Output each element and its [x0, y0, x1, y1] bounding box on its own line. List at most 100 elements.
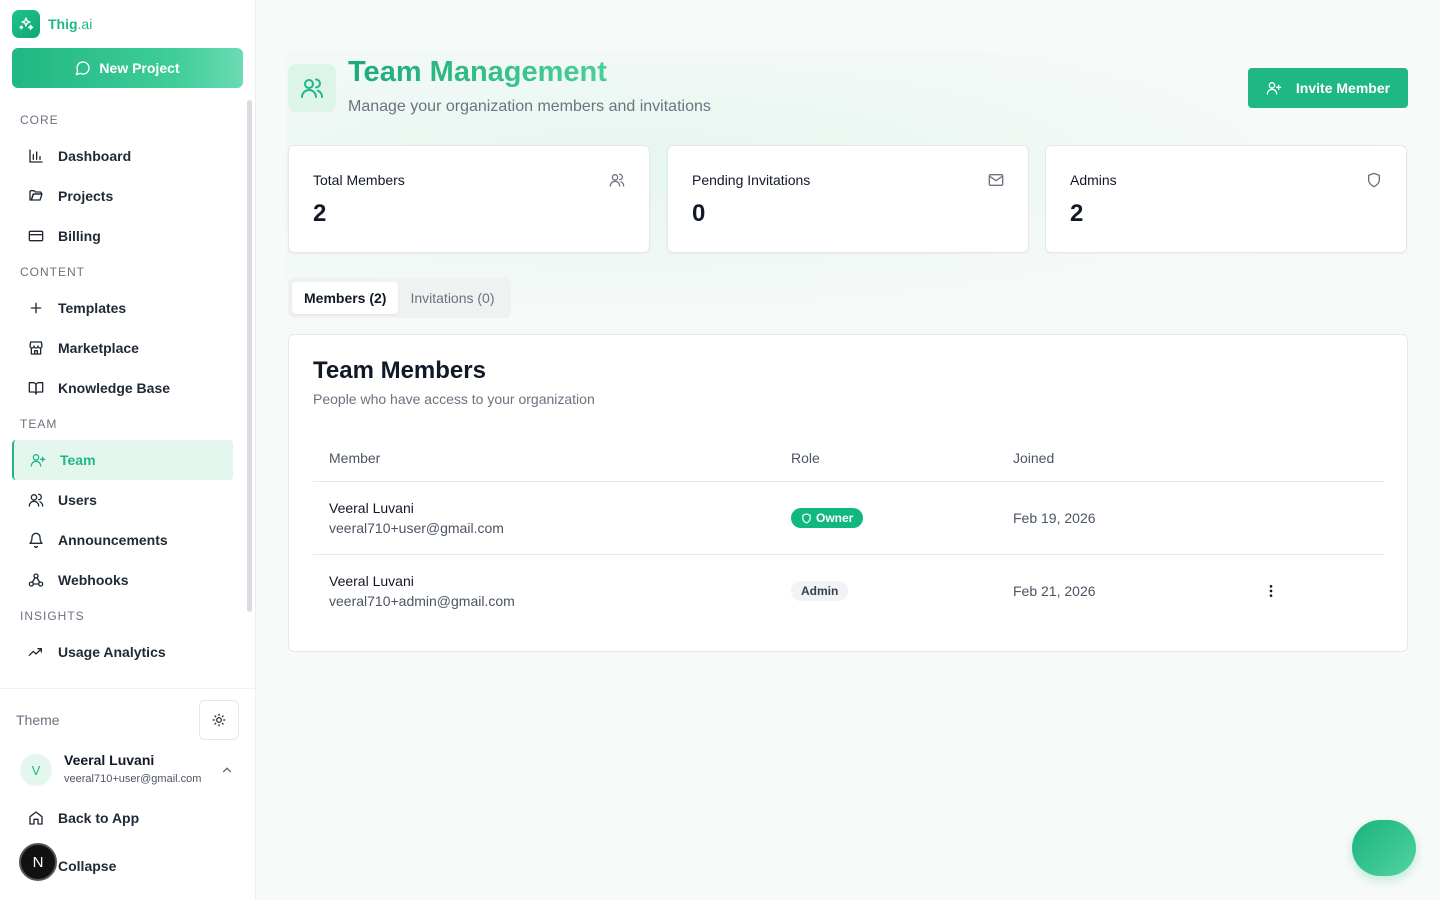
table-header: Member Role Joined: [313, 435, 1384, 482]
sidebar-item-webhooks[interactable]: Webhooks: [0, 560, 245, 600]
stat-label: Total Members: [313, 172, 405, 188]
tab-invitations[interactable]: Invitations (0): [398, 282, 506, 314]
team-header-icon: [288, 64, 336, 112]
collapse-label: Collapse: [58, 858, 117, 874]
column-header-role: Role: [791, 450, 820, 466]
sidebar-item-label: Users: [58, 492, 97, 508]
member-name: Veeral Luvani: [329, 500, 414, 516]
user-menu[interactable]: V Veeral Luvani veeral710+user@gmail.com: [20, 750, 240, 790]
column-header-joined: Joined: [1013, 450, 1055, 466]
sidebar-item-knowledge-base[interactable]: Knowledge Base: [0, 368, 245, 408]
sidebar-item-projects[interactable]: Projects: [0, 176, 245, 216]
sidebar-scrollbar[interactable]: [247, 100, 252, 612]
theme-toggle-button[interactable]: [199, 700, 239, 740]
user-email: veeral710+user@gmail.com: [64, 773, 202, 785]
brand-name-main: Thig: [48, 16, 78, 32]
sidebar-item-marketplace[interactable]: Marketplace: [0, 328, 245, 368]
stat-card-admins: Admins 2: [1045, 145, 1407, 253]
webhook-icon: [28, 573, 44, 587]
sidebar-item-label: Dashboard: [58, 148, 132, 164]
new-project-label: New Project: [99, 60, 180, 76]
sidebar-item-label: Templates: [58, 300, 127, 316]
stat-value: 2: [313, 200, 327, 227]
sidebar: Thig.ai New Project CORE Dashboard Proje…: [0, 0, 256, 900]
section-insights: INSIGHTS: [20, 609, 85, 623]
credit-card-icon: [28, 230, 44, 242]
sidebar-item-usage-analytics[interactable]: Usage Analytics: [0, 632, 245, 672]
back-to-app-label: Back to App: [58, 810, 140, 826]
page-title: Team Management: [348, 56, 607, 88]
stat-card-total-members: Total Members 2: [288, 145, 650, 253]
sidebar-item-templates[interactable]: Templates: [0, 288, 245, 328]
more-vertical-icon: [1269, 585, 1273, 597]
sidebar-item-label: Usage Analytics: [58, 644, 166, 660]
panel-subtitle: People who have access to your organizat…: [313, 391, 595, 407]
folder-open-icon: [29, 190, 43, 201]
plus-icon: [30, 302, 42, 314]
user-name: Veeral Luvani: [64, 752, 155, 768]
section-core: CORE: [20, 113, 59, 127]
stat-label: Admins: [1070, 172, 1117, 188]
sidebar-item-label: Webhooks: [58, 572, 129, 588]
joined-date: Feb 21, 2026: [1013, 583, 1096, 599]
home-icon: [29, 811, 43, 825]
sidebar-item-label: Marketplace: [58, 340, 139, 356]
sidebar-item-users[interactable]: Users: [0, 480, 245, 520]
back-to-app-link[interactable]: Back to App: [28, 810, 139, 826]
sidebar-item-billing[interactable]: Billing: [0, 216, 245, 256]
sidebar-item-label: Projects: [58, 188, 114, 204]
sidebar-item-label: Team: [60, 452, 96, 468]
chat-launcher-button[interactable]: [1352, 820, 1416, 876]
stat-label: Pending Invitations: [692, 172, 811, 188]
trending-up-icon: [28, 648, 42, 656]
shield-icon: [1368, 172, 1380, 188]
users-icon: [28, 493, 44, 507]
table-row: Veeral Luvani veeral710+admin@gmail.com …: [313, 555, 1384, 628]
role-label: Admin: [801, 584, 839, 598]
users-icon: [301, 78, 323, 98]
row-actions-button[interactable]: [1259, 579, 1283, 603]
sidebar-item-label: Announcements: [58, 532, 168, 548]
member-tabs: Members (2) Invitations (0): [288, 278, 511, 318]
book-open-icon: [28, 382, 44, 395]
new-project-button[interactable]: New Project: [12, 48, 243, 88]
theme-label: Theme: [16, 712, 60, 728]
member-email: veeral710+user@gmail.com: [329, 520, 504, 536]
panel-title: Team Members: [313, 357, 486, 384]
stat-value: 0: [692, 200, 706, 227]
stat-value: 2: [1070, 200, 1084, 227]
users-icon: [609, 173, 625, 187]
sidebar-item-label: Billing: [58, 228, 101, 244]
brand[interactable]: Thig.ai: [12, 10, 92, 38]
member-email: veeral710+admin@gmail.com: [329, 593, 515, 609]
tab-members[interactable]: Members (2): [292, 282, 399, 314]
sidebar-nav: CORE Dashboard Projects Billing CONTENT …: [0, 104, 245, 672]
sidebar-item-announcements[interactable]: Announcements: [0, 520, 245, 560]
user-plus-icon: [1266, 82, 1282, 95]
bell-icon: [29, 532, 43, 548]
member-name: Veeral Luvani: [329, 573, 414, 589]
mail-icon: [988, 174, 1004, 186]
sidebar-item-dashboard[interactable]: Dashboard: [0, 136, 245, 176]
column-header-member: Member: [329, 450, 381, 466]
shield-icon: [802, 512, 811, 524]
dev-tools-badge[interactable]: N: [19, 843, 57, 881]
role-label: Owner: [816, 511, 854, 525]
avatar: V: [20, 754, 52, 786]
sidebar-divider: [0, 688, 256, 689]
section-content: CONTENT: [20, 265, 85, 279]
message-circle-icon: [76, 61, 91, 76]
bar-chart-icon: [29, 149, 43, 163]
sparkles-logo-icon: [12, 10, 40, 38]
invite-member-label: Invite Member: [1295, 80, 1391, 96]
members-table: Member Role Joined Veeral Luvani veeral7…: [313, 435, 1384, 628]
main-content: Team Management Manage your organization…: [256, 0, 1440, 900]
user-plus-icon: [30, 454, 46, 467]
role-badge-owner: Owner: [791, 508, 864, 528]
sidebar-item-label: Knowledge Base: [58, 380, 171, 396]
store-icon: [29, 341, 43, 355]
chevron-up-icon: [222, 767, 232, 773]
sidebar-item-team[interactable]: Team: [12, 440, 233, 480]
page-subtitle: Manage your organization members and inv…: [348, 98, 711, 115]
invite-member-button[interactable]: Invite Member: [1248, 68, 1408, 108]
